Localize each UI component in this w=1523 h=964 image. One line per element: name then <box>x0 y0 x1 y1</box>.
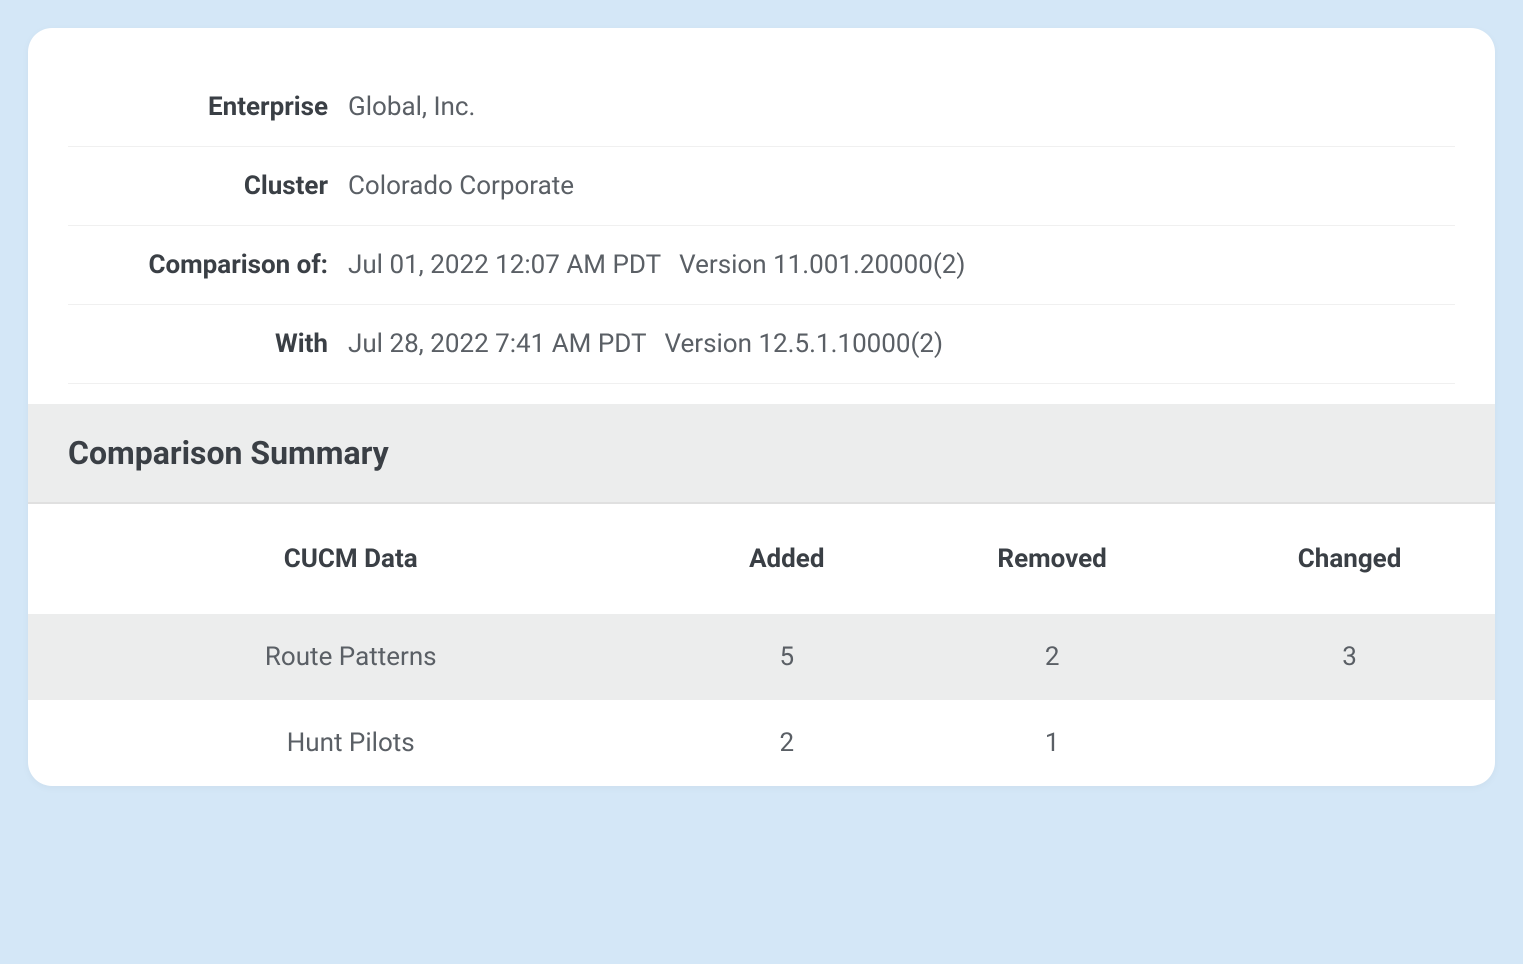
meta-row-with: With Jul 28, 2022 7:41 AM PDT Version 12.… <box>68 305 1455 384</box>
enterprise-label: Enterprise <box>68 92 348 122</box>
meta-row-enterprise: Enterprise Global, Inc. <box>68 68 1455 147</box>
comparison-summary-heading: Comparison Summary <box>28 404 1495 504</box>
with-date: Jul 28, 2022 7:41 AM PDT <box>348 329 646 359</box>
comparison-summary-table: CUCM Data Added Removed Changed Route Pa… <box>28 504 1495 786</box>
cell-added: 5 <box>673 614 900 700</box>
cell-removed: 2 <box>900 614 1204 700</box>
table-row: Hunt Pilots 2 1 <box>28 700 1495 786</box>
meta-row-comparison-of: Comparison of: Jul 01, 2022 12:07 AM PDT… <box>68 226 1455 305</box>
enterprise-value: Global, Inc. <box>348 92 475 122</box>
with-version: Version 12.5.1.10000(2) <box>664 329 943 359</box>
cluster-label: Cluster <box>68 171 348 201</box>
col-removed: Removed <box>900 504 1204 614</box>
with-label: With <box>68 329 348 359</box>
comparison-of-date: Jul 01, 2022 12:07 AM PDT <box>348 250 661 280</box>
comparison-of-value: Jul 01, 2022 12:07 AM PDT Version 11.001.… <box>348 250 965 280</box>
cell-name: Route Patterns <box>28 614 673 700</box>
table-header-row: CUCM Data Added Removed Changed <box>28 504 1495 614</box>
comparison-of-label: Comparison of: <box>68 250 348 280</box>
cell-name: Hunt Pilots <box>28 700 673 786</box>
cell-added: 2 <box>673 700 900 786</box>
comparison-of-version: Version 11.001.20000(2) <box>679 250 965 280</box>
table-row: Route Patterns 5 2 3 <box>28 614 1495 700</box>
col-added: Added <box>673 504 900 614</box>
col-cucm-data: CUCM Data <box>28 504 673 614</box>
cell-removed: 1 <box>900 700 1204 786</box>
cell-changed: 3 <box>1204 614 1495 700</box>
comparison-card: Enterprise Global, Inc. Cluster Colorado… <box>28 28 1495 786</box>
col-changed: Changed <box>1204 504 1495 614</box>
meta-row-cluster: Cluster Colorado Corporate <box>68 147 1455 226</box>
cluster-value: Colorado Corporate <box>348 171 574 201</box>
cell-changed <box>1204 700 1495 786</box>
with-value: Jul 28, 2022 7:41 AM PDT Version 12.5.1.1… <box>348 329 943 359</box>
